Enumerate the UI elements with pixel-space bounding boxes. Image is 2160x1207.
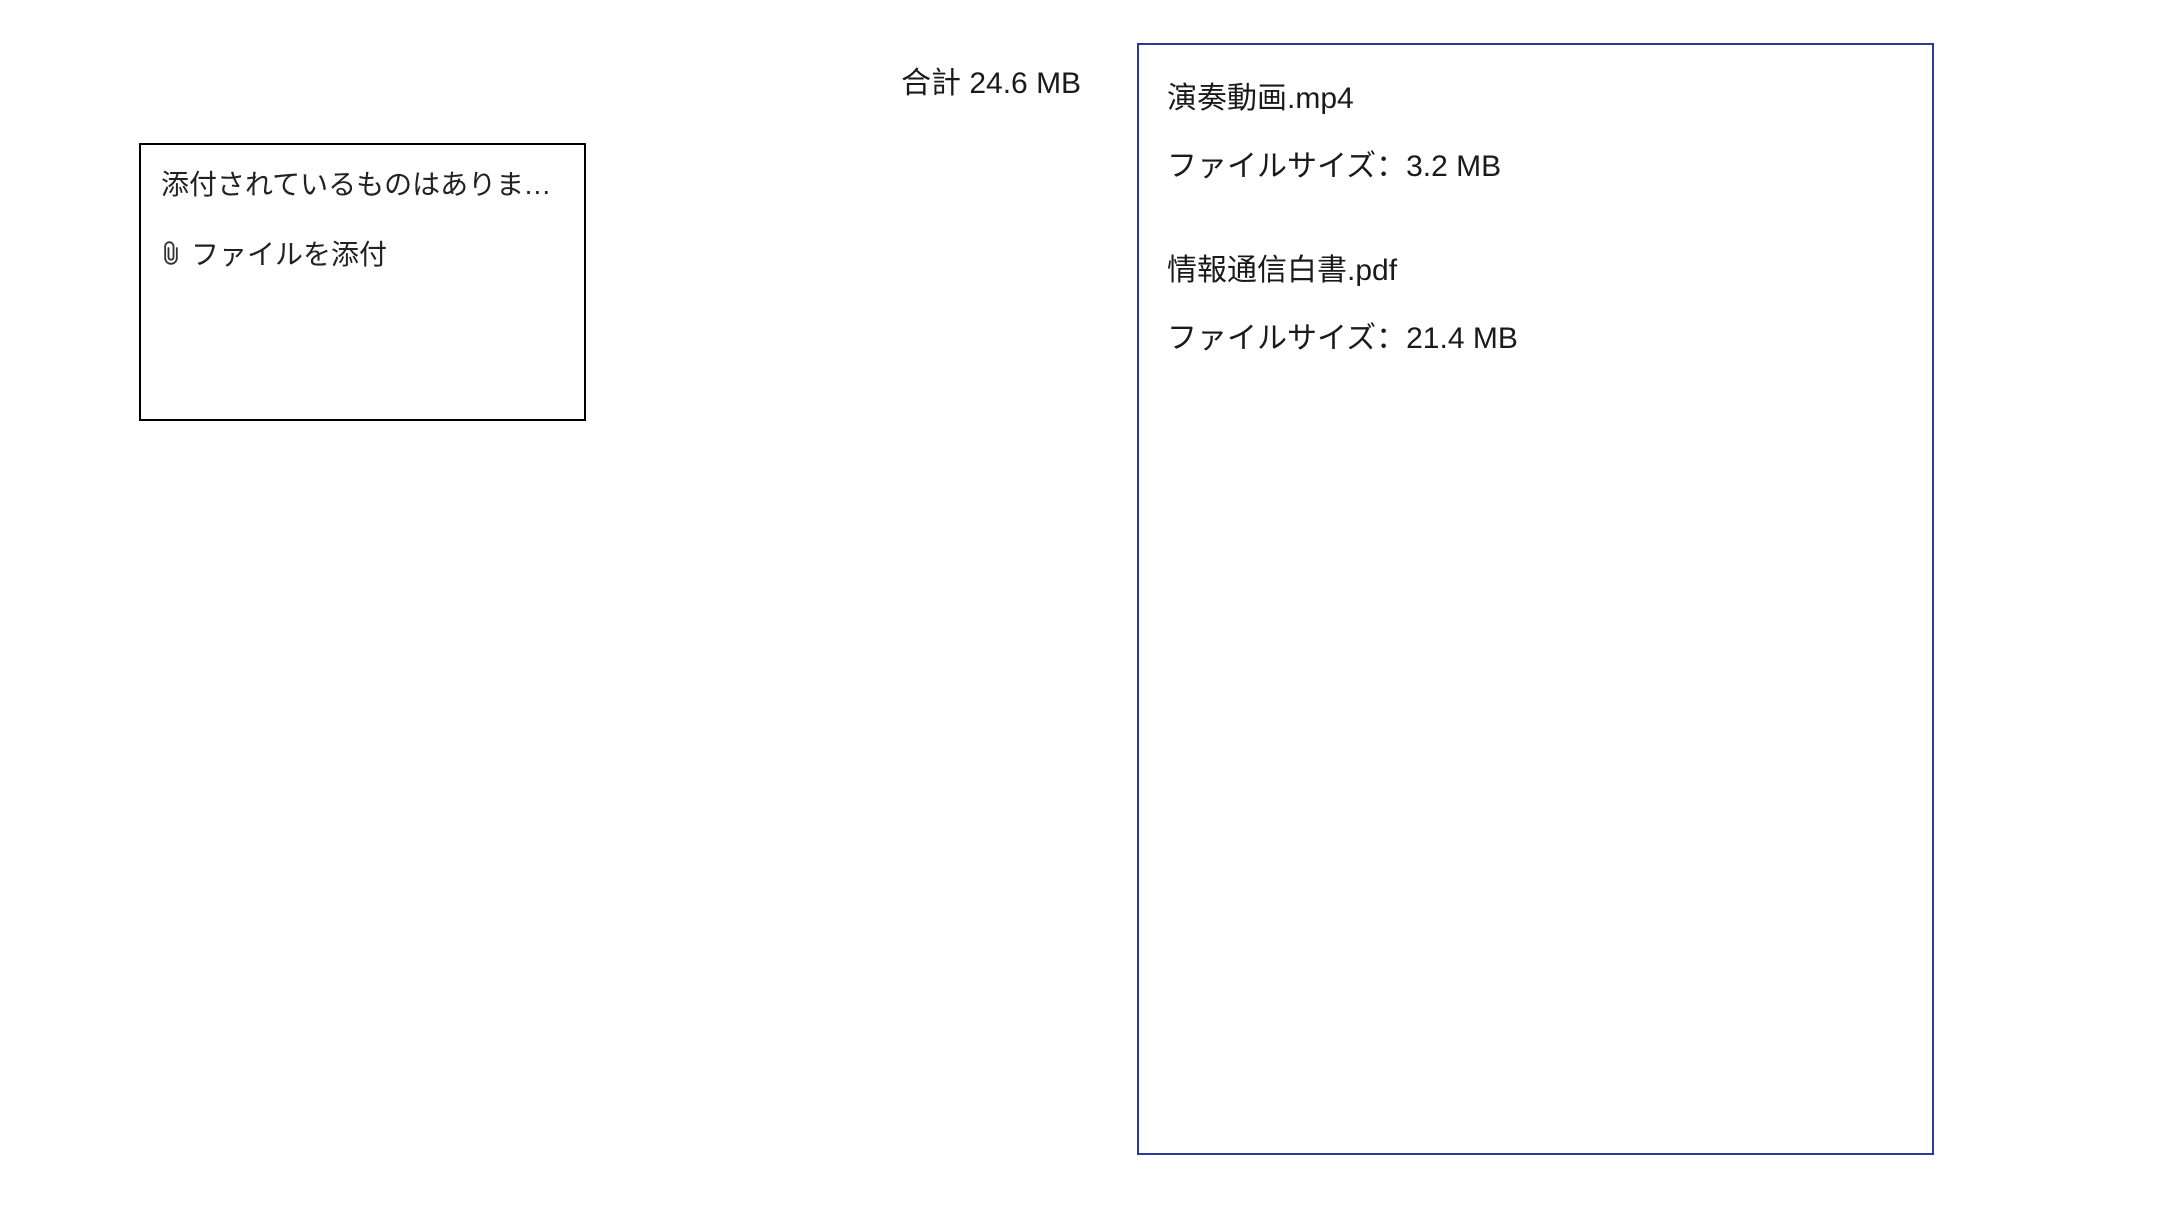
no-attachment-text: 添付されているものはありませ… [161,163,564,203]
total-prefix: 合計 [901,67,969,100]
attach-file-label: ファイルを添付 [191,233,387,273]
file-name: 演奏動画.mp4 [1167,73,1904,117]
file-size-row: ファイルサイズ：3.2 MB [1167,141,1904,185]
total-value: 24.6 MB [969,67,1081,100]
file-size-value: 3.2 MB [1406,150,1501,183]
file-name: 情報通信白書.pdf [1167,245,1904,289]
file-entry: 演奏動画.mp4 ファイルサイズ：3.2 MB [1167,73,1904,185]
attach-file-button[interactable]: ファイルを添付 [161,233,564,273]
file-size-label: ファイルサイズ： [1167,322,1406,355]
file-list-panel: 演奏動画.mp4 ファイルサイズ：3.2 MB 情報通信白書.pdf ファイルサ… [1137,43,1934,1155]
file-size-label: ファイルサイズ： [1167,150,1406,183]
file-size-value: 21.4 MB [1406,322,1518,355]
file-entry: 情報通信白書.pdf ファイルサイズ：21.4 MB [1167,245,1904,357]
paperclip-icon [161,238,181,268]
total-size-label: 合計 24.6 MB [901,58,1081,102]
file-size-row: ファイルサイズ：21.4 MB [1167,313,1904,357]
attachment-dropzone[interactable]: 添付されているものはありませ… ファイルを添付 [139,143,586,421]
